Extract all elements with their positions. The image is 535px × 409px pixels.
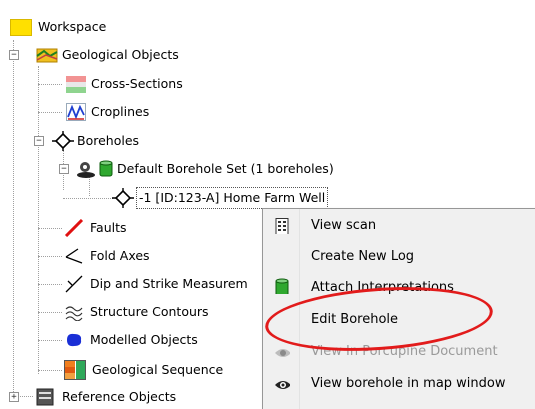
folder-icon	[10, 19, 32, 36]
tree-label-cross-sections: Cross-Sections	[91, 76, 183, 91]
borehole-marker-icon	[52, 131, 74, 151]
menu-item-view-in-map[interactable]: View borehole in map window	[263, 369, 535, 399]
tree-label-geological-objects: Geological Objects	[62, 47, 179, 62]
collapse-icon[interactable]: −	[59, 164, 69, 174]
tree-label-faults: Faults	[90, 220, 127, 235]
tree-node-borehole-item[interactable]: -1 [ID:123-A] Home Farm Well	[0, 187, 420, 209]
menu-label-view-scan: View scan	[311, 218, 377, 233]
collapse-icon[interactable]: −	[9, 50, 19, 60]
menu-label-create-new-log: Create New Log	[311, 249, 415, 264]
modelled-object-icon	[67, 333, 82, 347]
tree-label-boreholes: Boreholes	[77, 133, 140, 148]
eye-icon	[275, 349, 290, 357]
tree-node-croplines[interactable]: Croplines	[0, 101, 240, 123]
tree-node-geological-objects[interactable]: − Geological Objects	[0, 44, 240, 66]
tree-label-borehole-set: Default Borehole Set (1 boreholes)	[117, 161, 334, 176]
croplines-icon	[66, 103, 86, 121]
context-menu: View scan Create New Log Attach Interpre…	[262, 208, 535, 409]
menu-label-attach-interpretations: Attach Interpretations	[311, 280, 454, 295]
tree-label-structure-contours: Structure Contours	[90, 304, 209, 319]
collapse-icon[interactable]: −	[34, 136, 44, 146]
eye-icon	[275, 381, 290, 389]
menu-label-view-in-map: View borehole in map window	[311, 376, 506, 391]
interpretation-icon	[275, 278, 289, 294]
tree-label-borehole-item: -1 [ID:123-A] Home Farm Well	[136, 187, 329, 209]
tree-node-cross-sections[interactable]: Cross-Sections	[0, 73, 240, 95]
menu-item-attach-interpretations[interactable]: Attach Interpretations	[263, 273, 535, 303]
tree-node-geological-sequence[interactable]: Geological Sequence	[0, 359, 262, 381]
menu-item-edit-borehole[interactable]: Edit Borehole	[263, 305, 535, 335]
reference-objects-icon	[36, 388, 54, 406]
tree-label-workspace: Workspace	[38, 19, 107, 34]
tree-node-borehole-set[interactable]: − Default Borehole Set (1 boreholes)	[0, 158, 420, 180]
geological-sequence-icon	[64, 360, 86, 380]
fault-line-icon	[64, 219, 84, 237]
menu-label-edit-borehole: Edit Borehole	[311, 312, 399, 327]
scan-icon	[275, 218, 289, 234]
contour-lines-icon	[65, 306, 83, 321]
tree-label-croplines: Croplines	[91, 104, 150, 119]
tree-node-workspace[interactable]: Workspace	[0, 16, 200, 38]
tree-node-dip-strike[interactable]: Dip and Strike Measurem	[0, 273, 262, 295]
menu-item-create-new-log[interactable]: Create New Log	[263, 242, 535, 272]
tree-label-dip-strike: Dip and Strike Measurem	[90, 276, 248, 291]
tree-label-modelled-objects: Modelled Objects	[90, 332, 198, 347]
tree-label-reference-objects: Reference Objects	[62, 389, 177, 404]
tree-label-geological-sequence: Geological Sequence	[92, 362, 224, 377]
cross-sections-icon	[66, 76, 86, 93]
expand-icon[interactable]: +	[9, 392, 19, 402]
menu-item-view-in-porcupine: View In Porcupine Document	[263, 337, 535, 367]
menu-item-view-scan[interactable]: View scan	[263, 211, 535, 241]
borehole-marker-icon	[112, 188, 134, 208]
borehole-set-icon	[77, 162, 95, 178]
dip-strike-icon	[65, 275, 83, 293]
tree-node-faults[interactable]: Faults	[0, 217, 240, 239]
tree-node-fold-axes[interactable]: Fold Axes	[0, 245, 240, 267]
green-cylinder-icon	[99, 160, 113, 177]
tree-node-structure-contours[interactable]: Structure Contours	[0, 301, 262, 323]
tree-node-boreholes[interactable]: − Boreholes	[0, 130, 240, 152]
menu-label-view-in-porcupine: View In Porcupine Document	[311, 344, 498, 359]
tree-node-modelled-objects[interactable]: Modelled Objects	[0, 329, 262, 351]
fold-axes-icon	[65, 248, 83, 264]
tree-node-reference-objects[interactable]: + Reference Objects	[0, 386, 262, 408]
tree-label-fold-axes: Fold Axes	[90, 248, 150, 263]
geological-objects-icon	[36, 48, 58, 63]
